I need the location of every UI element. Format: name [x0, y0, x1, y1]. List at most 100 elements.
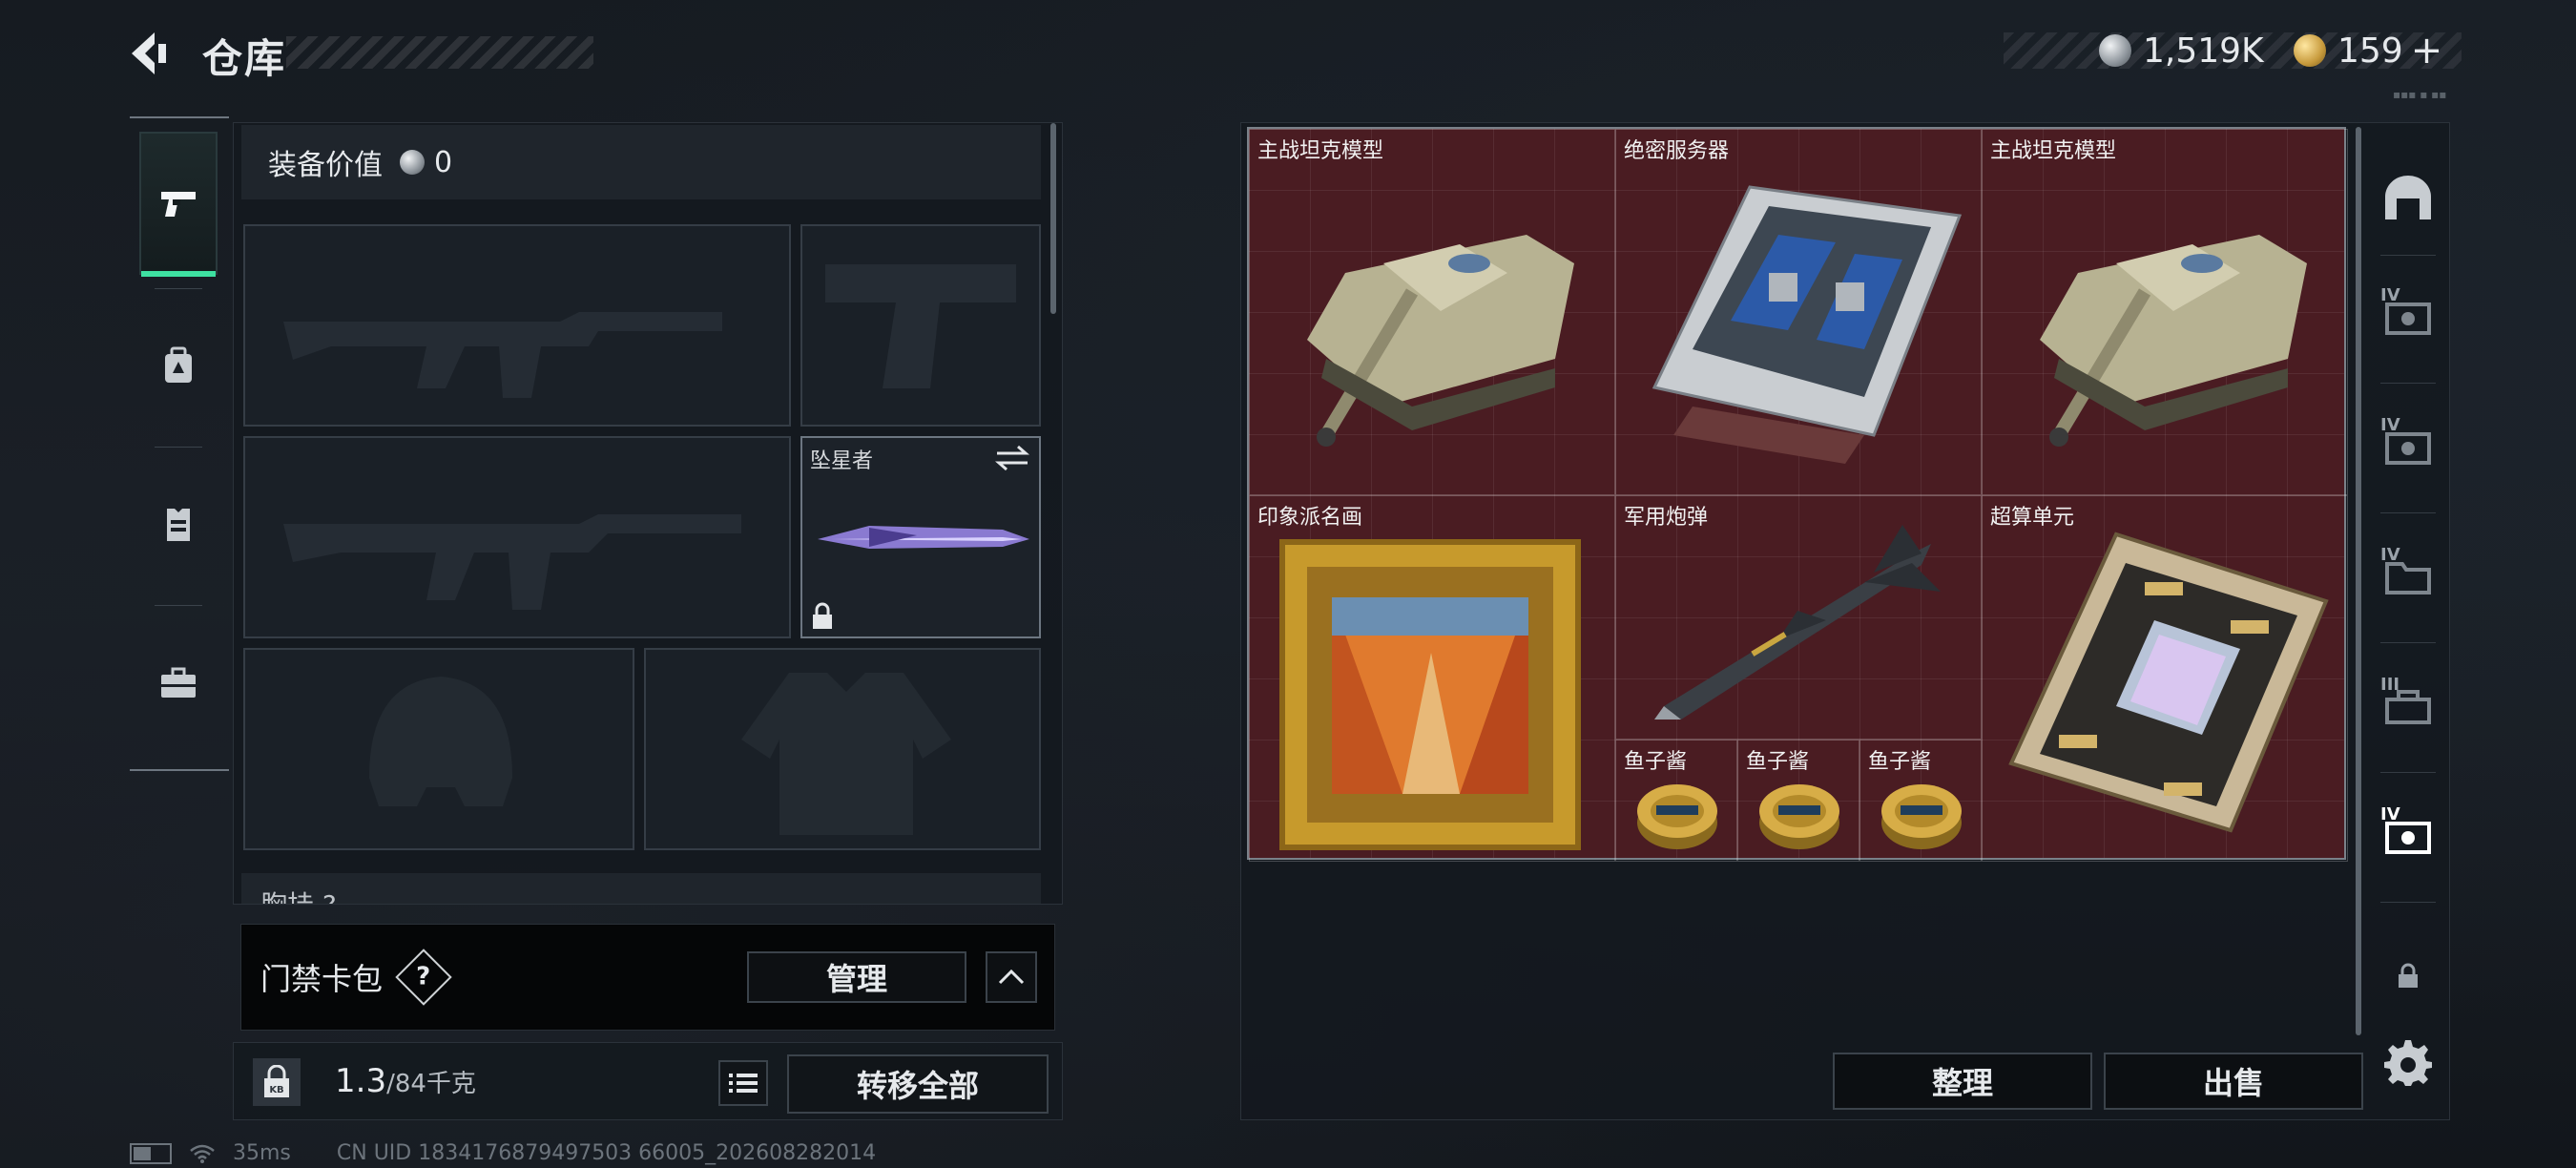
weight-lock-icon: KB: [264, 1065, 289, 1097]
item-name: 绝密服务器: [1624, 139, 1730, 163]
tier-label: IV: [2380, 415, 2400, 435]
tier-label: IV: [2380, 545, 2400, 565]
carry-weight: 1.3/84千克: [335, 1062, 476, 1100]
help-mark: ?: [416, 963, 431, 991]
item-name: 鱼子酱: [1746, 750, 1810, 774]
equipment-value-label: 装备价值: [268, 149, 383, 182]
page-title: 仓库: [202, 35, 287, 82]
storage-panel: 主战坦克模型 绝密服务器 主战坦克模型 印象派名画 军用炮弹 超算单元 鱼子酱 …: [1240, 122, 2450, 1120]
carry-current: 1.3: [335, 1062, 387, 1100]
item-tank-model-1[interactable]: 主战坦克模型: [1249, 129, 1615, 495]
lock-badge-text: KB: [269, 1085, 283, 1095]
storage-tab-3[interactable]: IV: [2375, 537, 2441, 614]
collapse-button[interactable]: [986, 951, 1037, 1003]
rifle-silhouette-icon: [283, 312, 722, 398]
primary-weapon-slot-2[interactable]: [243, 436, 791, 638]
keycard-label: 门禁卡包: [260, 961, 384, 997]
compute-board-icon: [2008, 532, 2329, 833]
item-name: 鱼子酱: [1624, 750, 1688, 774]
silver-coin-icon: [2099, 34, 2131, 67]
list-view-button[interactable]: [718, 1060, 768, 1106]
add-currency-button[interactable]: +: [2411, 29, 2443, 73]
sort-button[interactable]: 整理: [1833, 1053, 2092, 1110]
swap-icon[interactable]: [993, 444, 1031, 472]
painting-icon: [1279, 539, 1581, 850]
rail-item-backpack[interactable]: [139, 294, 218, 437]
battery-icon: [130, 1142, 172, 1164]
rifle-silhouette-icon: [283, 514, 741, 610]
transfer-all-button[interactable]: 转移全部: [787, 1054, 1049, 1114]
item-caviar-3[interactable]: 鱼子酱: [1859, 740, 1982, 862]
lock-icon: [2399, 963, 2418, 988]
back-button[interactable]: [126, 29, 172, 78]
keycard-bar: 门禁卡包 ? 管理: [240, 924, 1055, 1031]
server-icon: [1652, 185, 1963, 464]
shelter-icon: [2385, 176, 2431, 219]
armor-slot[interactable]: [644, 648, 1041, 850]
item-name: 主战坦克模型: [1257, 139, 1384, 163]
storage-tab-rail: IV IV IV III IV: [2365, 131, 2449, 1114]
uid-text: CN UID 1834176879497503 66005_2026082820…: [336, 1141, 877, 1165]
list-icon: [729, 1074, 758, 1093]
wifi-icon: [190, 1144, 215, 1163]
helmet-silhouette-icon: [369, 677, 512, 806]
item-name: 超算单元: [1990, 506, 2075, 530]
item-name: 主战坦克模型: [1990, 139, 2117, 163]
carry-lock-badge: KB: [253, 1058, 301, 1106]
rail-item-case[interactable]: [139, 611, 218, 754]
equipment-panel: 装备价值 0 坠星者: [233, 122, 1063, 905]
melee-slot[interactable]: 坠星者: [800, 436, 1041, 638]
item-classified-server[interactable]: 绝密服务器: [1615, 129, 1982, 495]
pistol-silhouette-icon: [825, 264, 1016, 388]
storage-tab-all[interactable]: [2375, 159, 2441, 236]
melee-blade-icon: [818, 526, 1029, 549]
gold-amount: 159: [2337, 31, 2403, 71]
version-tag: ▪▪▪ ▪ ▪▪: [2393, 88, 2447, 101]
lock-icon: [813, 602, 832, 629]
chest-rig-label: 胸挂 ?: [241, 873, 1041, 904]
item-name: 印象派名画: [1257, 506, 1363, 530]
tank-model-icon: [2040, 235, 2307, 447]
item-military-shell[interactable]: 军用炮弹: [1615, 495, 1982, 740]
sell-button[interactable]: 出售: [2104, 1053, 2363, 1110]
caviar-tin-icon: [1881, 784, 1962, 849]
melee-item-name: 坠星者: [810, 449, 874, 473]
tank-model-icon: [1307, 235, 1574, 447]
pistol-icon: [161, 192, 196, 217]
storage-tab-2[interactable]: IV: [2375, 407, 2441, 484]
vest-icon: [167, 509, 190, 541]
ping-text: 35ms: [233, 1141, 291, 1165]
storage-scrollbar[interactable]: [2356, 127, 2361, 1035]
item-tank-model-2[interactable]: 主战坦克模型: [1982, 129, 2348, 495]
gear-icon: [2384, 1040, 2432, 1086]
armor-silhouette-icon: [741, 673, 951, 835]
primary-weapon-slot-1[interactable]: [243, 224, 791, 427]
item-caviar-1[interactable]: 鱼子酱: [1615, 740, 1737, 862]
caviar-tin-icon: [1759, 784, 1839, 849]
tier-label: III: [2380, 675, 2400, 695]
storage-tab-5-active[interactable]: IV: [2375, 797, 2441, 873]
item-caviar-2[interactable]: 鱼子酱: [1737, 740, 1859, 862]
help-button[interactable]: ?: [395, 949, 452, 1006]
rail-item-weapons[interactable]: [139, 132, 218, 277]
manage-button[interactable]: 管理: [747, 951, 966, 1003]
storage-tab-4[interactable]: III: [2375, 667, 2441, 743]
storage-tab-1[interactable]: IV: [2375, 278, 2441, 354]
sidearm-slot[interactable]: [800, 224, 1041, 427]
gold-currency: 159 +: [2294, 29, 2442, 73]
storage-tab-locked[interactable]: [2375, 938, 2441, 1014]
item-supercompute-unit[interactable]: 超算单元: [1982, 495, 2348, 862]
equipment-value-amount: 0: [434, 145, 453, 179]
backpack-icon: [165, 346, 192, 383]
silver-amount: 1,519K: [2143, 31, 2264, 71]
settings-button[interactable]: [2375, 1024, 2441, 1100]
helmet-slot[interactable]: [243, 648, 634, 850]
carry-weight-bar: KB 1.3/84千克 转移全部: [233, 1042, 1063, 1120]
equipment-scrollbar[interactable]: [1050, 123, 1056, 314]
value-coin-icon: [400, 150, 425, 175]
briefcase-icon: [161, 667, 196, 698]
item-impressionist-painting[interactable]: 印象派名画: [1249, 495, 1615, 862]
tier-label: IV: [2380, 804, 2400, 824]
missile-icon: [1654, 525, 1941, 720]
rail-item-vest[interactable]: [139, 452, 218, 595]
